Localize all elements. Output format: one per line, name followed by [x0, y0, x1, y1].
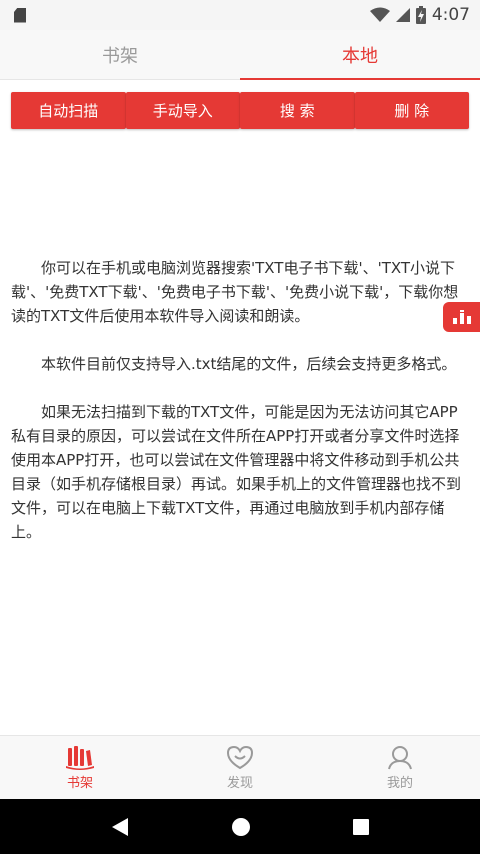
system-nav-bar [0, 799, 480, 854]
profile-icon [388, 746, 412, 770]
top-tabs: 书架 本地 [0, 30, 480, 80]
nav-profile[interactable]: 我的 [320, 736, 480, 799]
nav-label: 我的 [386, 776, 413, 791]
nav-bookshelf[interactable]: 书架 [0, 736, 160, 799]
bottom-nav: 书架 发现 我的 [0, 735, 480, 799]
tab-local[interactable]: 本地 [240, 30, 480, 80]
status-bar: 4:07 [0, 0, 480, 30]
tab-bookshelf[interactable]: 书架 [0, 30, 240, 79]
nav-label: 发现 [226, 776, 253, 791]
instructions-paragraph: 你可以在手机或电脑浏览器搜索'TXT电子书下载'、'TXT小说下载'、'免费TX… [11, 259, 459, 325]
nav-label: 书架 [66, 776, 93, 791]
nav-discover[interactable]: 发现 [160, 736, 320, 799]
action-button-row: 自动扫描 手动导入 搜 索 删 除 [11, 92, 469, 129]
recents-icon[interactable] [352, 818, 370, 836]
delete-button[interactable]: 删 除 [354, 92, 469, 129]
equalizer-icon [452, 310, 471, 324]
wifi-icon [369, 7, 390, 22]
auto-scan-button[interactable]: 自动扫描 [11, 92, 126, 129]
sd-card-icon [14, 7, 26, 23]
back-icon[interactable] [110, 816, 130, 838]
bookshelf-icon [66, 746, 94, 770]
search-button[interactable]: 搜 索 [240, 92, 355, 129]
home-icon[interactable] [230, 816, 252, 838]
floating-audio-button[interactable] [443, 302, 480, 332]
battery-icon [415, 6, 426, 24]
discover-icon [226, 745, 254, 770]
signal-icon [395, 8, 410, 22]
instructions-text: 你可以在手机或电脑浏览器搜索'TXT电子书下载'、'TXT小说下载'、'免费TX… [11, 256, 469, 568]
manual-import-button[interactable]: 手动导入 [125, 92, 240, 129]
instructions-paragraph: 如果无法扫描到下载的TXT文件，可能是因为无法访问其它APP私有目录的原因，可以… [11, 403, 462, 541]
instructions-paragraph: 本软件目前仅支持导入.txt结尾的文件，后续会支持更多格式。 [41, 355, 457, 373]
status-time: 4:07 [431, 5, 470, 25]
